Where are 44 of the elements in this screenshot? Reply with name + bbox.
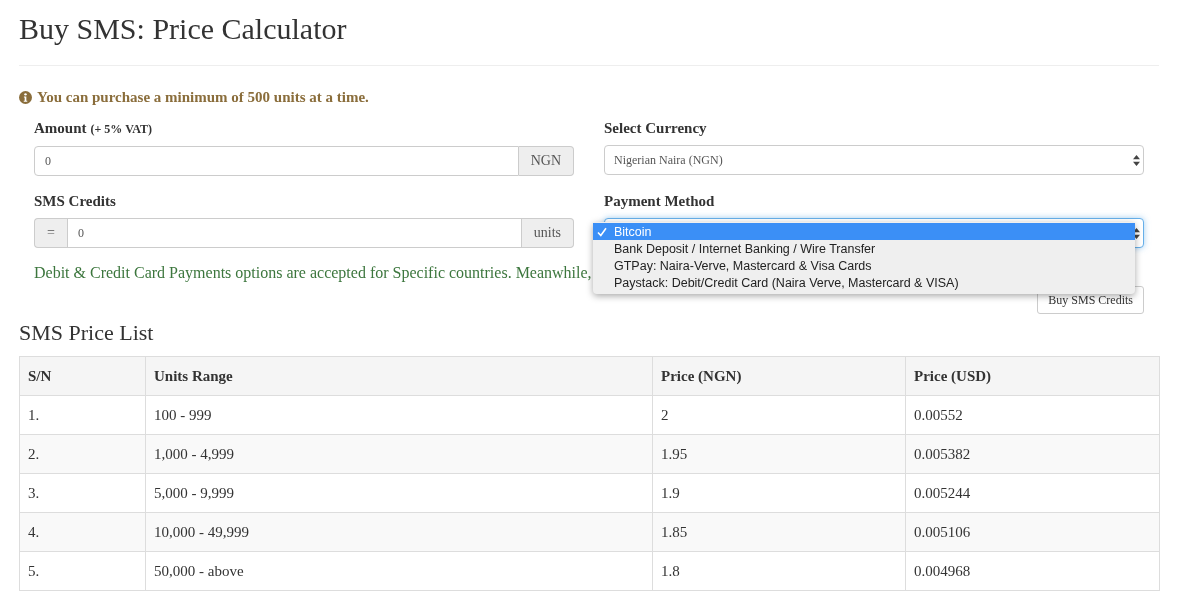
table-cell: 1.9 bbox=[652, 473, 906, 513]
input-addon: = bbox=[34, 218, 67, 248]
info-icon bbox=[19, 90, 32, 104]
number-input[interactable]: 0 bbox=[67, 218, 522, 248]
table-cell: 1.85 bbox=[652, 512, 906, 552]
dropdown-option[interactable]: Bank Deposit / Internet Banking / Wire Transfer bbox=[593, 240, 1135, 257]
number-input[interactable]: 0 bbox=[34, 146, 519, 176]
field-label: Payment Method bbox=[604, 192, 715, 211]
table-cell: 2 bbox=[652, 395, 906, 435]
table-header-cell: S/N bbox=[19, 356, 146, 396]
table-cell: 0.005106 bbox=[905, 512, 1160, 552]
table-cell: 0.005382 bbox=[905, 434, 1160, 474]
field-label: Amount bbox=[34, 119, 87, 138]
field-note: (+ 5% VAT) bbox=[90, 121, 153, 138]
table-cell: 50,000 - above bbox=[145, 551, 653, 591]
table-cell: 3. bbox=[19, 473, 146, 513]
check-icon bbox=[597, 226, 607, 237]
field-label: SMS Credits bbox=[34, 192, 116, 211]
payment-note: Debit & Credit Card Payments options are accepted for Specific countries. Meanwhile, bbox=[34, 263, 592, 284]
dropdown-select[interactable]: Nigerian Naira (NGN) bbox=[604, 145, 1144, 175]
table-cell: 0.005244 bbox=[905, 473, 1160, 513]
table-header-cell: Units Range bbox=[145, 356, 653, 396]
table-cell: 5,000 - 9,999 bbox=[145, 473, 653, 513]
table-header-cell: Price (USD) bbox=[905, 356, 1160, 396]
table-cell: 10,000 - 49,999 bbox=[145, 512, 653, 552]
table-cell: 1.95 bbox=[652, 434, 906, 474]
input-addon: NGN bbox=[518, 146, 574, 176]
page-title: Buy SMS: Price Calculator bbox=[19, 12, 348, 45]
table-cell: 1,000 - 4,999 bbox=[145, 434, 653, 474]
table-cell: 0.00552 bbox=[905, 395, 1160, 435]
table-cell: 1. bbox=[19, 395, 146, 435]
field-label: Select Currency bbox=[604, 119, 707, 138]
notice-text: You can purchase a minimum of 500 units at a time. bbox=[37, 88, 369, 107]
table-cell: 4. bbox=[19, 512, 146, 552]
table-cell: 1.8 bbox=[652, 551, 906, 591]
dropdown-option[interactable]: GTPay: Naira-Verve, Mastercard & Visa Cards bbox=[593, 257, 1135, 274]
section-title: SMS Price List bbox=[19, 320, 155, 346]
table-cell: 2. bbox=[19, 434, 146, 474]
updown-arrows-icon bbox=[1133, 155, 1140, 166]
table-cell: 100 - 999 bbox=[145, 395, 653, 435]
table-cell: 0.004968 bbox=[905, 551, 1160, 591]
table-header-cell: Price (NGN) bbox=[652, 356, 906, 396]
table-cell: 5. bbox=[19, 551, 146, 591]
input-addon: units bbox=[521, 218, 574, 248]
